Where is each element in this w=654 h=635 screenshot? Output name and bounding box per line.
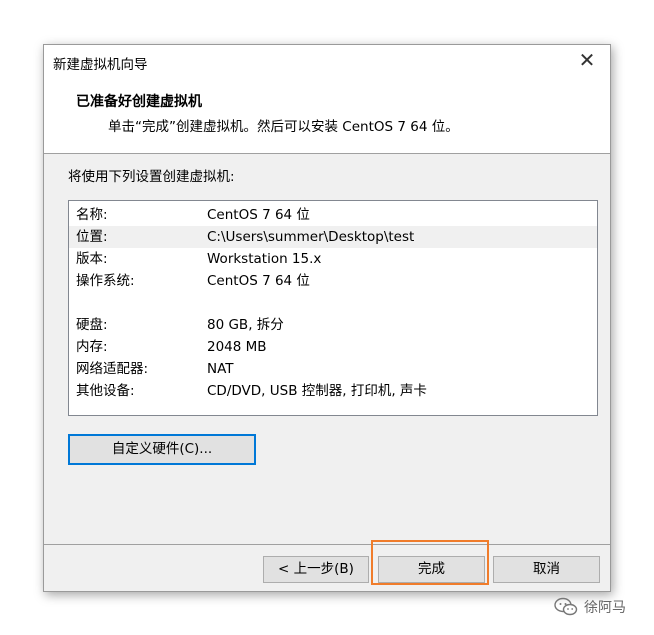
summary-value: 80 GB, 拆分 (207, 317, 284, 333)
summary-key: 硬盘: (76, 317, 108, 333)
watermark-text: 徐阿马 (584, 600, 626, 616)
summary-key: 其他设备: (76, 383, 135, 399)
summary-key: 网络适配器: (76, 361, 149, 377)
summary-row-devices: 其他设备: CD/DVD, USB 控制器, 打印机, 声卡 (69, 380, 597, 402)
header-description: 单击“完成”创建虚拟机。然后可以安装 CentOS 7 64 位。 (108, 119, 459, 135)
cancel-button[interactable]: 取消 (493, 556, 600, 583)
summary-row-name: 名称: CentOS 7 64 位 (69, 204, 597, 226)
settings-summary-list[interactable]: 名称: CentOS 7 64 位 位置: C:\Users\summer\De… (68, 200, 598, 416)
wechat-icon (554, 597, 578, 616)
wizard-header: 已准备好创建虚拟机 单击“完成”创建虚拟机。然后可以安装 CentOS 7 64… (44, 80, 610, 153)
summary-key: 位置: (76, 229, 108, 245)
summary-value: Workstation 15.x (207, 251, 322, 267)
customize-hardware-button[interactable]: 自定义硬件(C)... (68, 434, 256, 465)
intro-text: 将使用下列设置创建虚拟机: (68, 169, 235, 185)
summary-value: 2048 MB (207, 339, 267, 355)
highlight-annotation (371, 540, 489, 585)
summary-row-network: 网络适配器: NAT (69, 358, 597, 380)
summary-row-memory: 内存: 2048 MB (69, 336, 597, 358)
summary-row-location: 位置: C:\Users\summer\Desktop\test (69, 226, 597, 248)
summary-value: CD/DVD, USB 控制器, 打印机, 声卡 (207, 383, 427, 399)
window-title: 新建虚拟机向导 (53, 57, 148, 73)
summary-row-os: 操作系统: CentOS 7 64 位 (69, 270, 597, 292)
watermark: 徐阿马 (554, 596, 626, 618)
header-title: 已准备好创建虚拟机 (76, 94, 202, 110)
close-icon: ✕ (578, 48, 596, 72)
header-divider (44, 153, 610, 154)
new-vm-wizard-dialog: 新建虚拟机向导 ✕ 已准备好创建虚拟机 单击“完成”创建虚拟机。然后可以安装 C… (43, 44, 611, 592)
close-button[interactable]: ✕ (564, 45, 610, 78)
summary-key: 名称: (76, 207, 108, 223)
summary-row-disk: 硬盘: 80 GB, 拆分 (69, 314, 597, 336)
title-bar: 新建虚拟机向导 ✕ (44, 45, 610, 80)
footer-divider (44, 544, 610, 545)
summary-key: 操作系统: (76, 273, 135, 289)
summary-value: C:\Users\summer\Desktop\test (207, 229, 415, 245)
summary-value: CentOS 7 64 位 (207, 273, 310, 289)
back-button[interactable]: < 上一步(B) (263, 556, 369, 583)
summary-key: 版本: (76, 251, 108, 267)
summary-value: NAT (207, 361, 234, 377)
summary-value: CentOS 7 64 位 (207, 207, 310, 223)
summary-row-version: 版本: Workstation 15.x (69, 248, 597, 270)
summary-key: 内存: (76, 339, 108, 355)
